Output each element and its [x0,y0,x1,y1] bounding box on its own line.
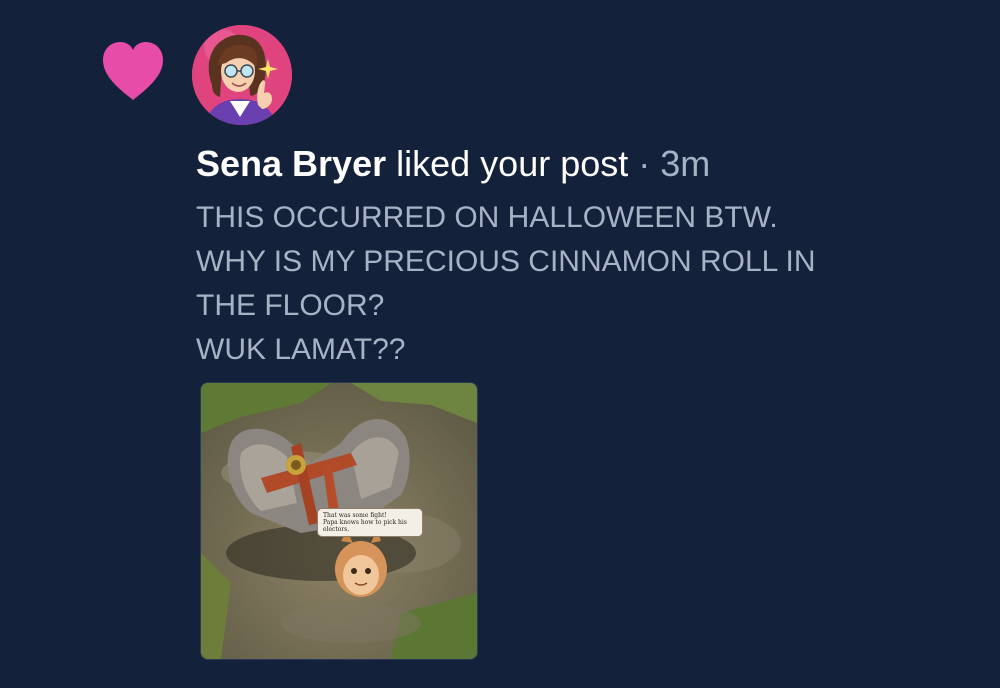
bubble-line: electors. [323,526,350,533]
post-text-line: THIS OCCURRED ON HALLOWEEN BTW. [196,201,778,234]
post-image[interactable]: That was some fight! Papa knows how to p… [200,382,478,660]
timestamp: 3m [660,143,711,184]
like-notification[interactable]: Sena Bryer liked your post · 3m THIS OCC… [0,0,1000,688]
bubble-line: That was some fight! [323,512,387,519]
heart-icon [100,40,166,102]
post-text-line: THE FLOOR? [196,289,385,322]
notification-headline: Sena Bryer liked your post · 3m [196,142,710,186]
post-text-line: WHY IS MY PRECIOUS CINNAMON ROLL IN [196,245,816,278]
avatar[interactable] [192,25,292,125]
separator: · [638,143,651,184]
speech-bubble: That was some fight! Papa knows how to p… [317,508,423,537]
notification-action: liked your post [396,143,629,184]
bubble-line: Papa knows how to pick his [323,519,407,526]
post-text[interactable]: THIS OCCURRED ON HALLOWEEN BTW. WHY IS M… [196,196,956,372]
post-text-line: WUK LAMAT?? [196,333,406,366]
author-name[interactable]: Sena Bryer [196,143,386,184]
